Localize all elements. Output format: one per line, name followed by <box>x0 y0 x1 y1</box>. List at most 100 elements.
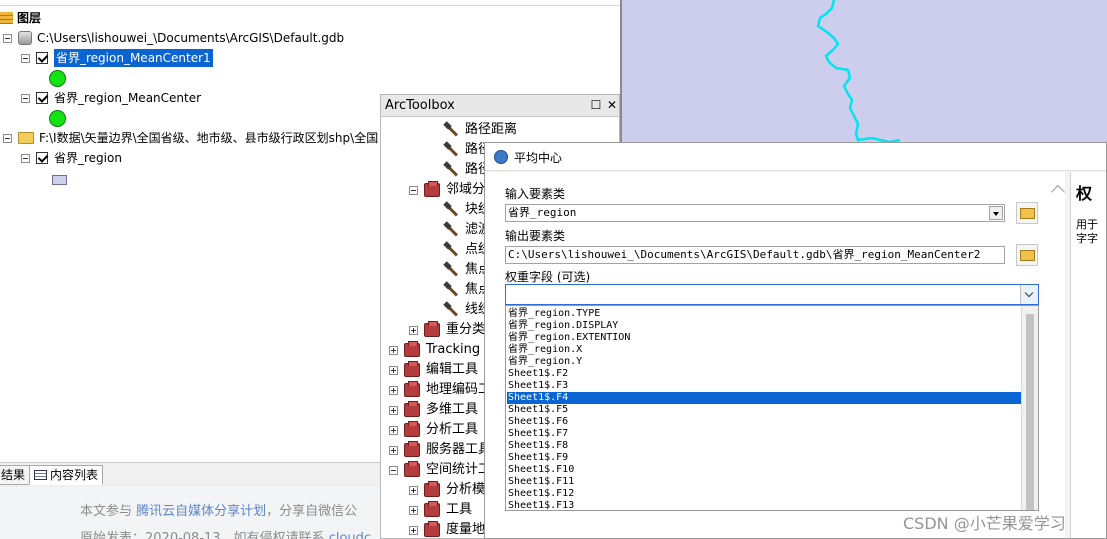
collapse-icon[interactable] <box>21 93 30 103</box>
layer-label[interactable]: 省界_region_MeanCenter <box>54 89 201 107</box>
collapse-icon[interactable] <box>3 33 12 43</box>
tool-label: 重分类 <box>446 322 486 337</box>
expand-icon[interactable] <box>389 385 398 395</box>
collapse-icon[interactable] <box>21 153 30 163</box>
hammer-icon <box>443 162 459 178</box>
layers-icon <box>0 12 13 24</box>
tab-results[interactable]: 结果 <box>0 465 31 485</box>
map-view[interactable] <box>620 0 1107 145</box>
scrollbar-thumb[interactable] <box>1026 314 1034 510</box>
open-folder-icon <box>1020 208 1035 219</box>
point-symbol-icon <box>49 70 66 87</box>
watermark: CSDN @小芒果爱学习 <box>903 514 1066 533</box>
dropdown-option[interactable]: 省界_region.TYPE <box>507 308 1022 320</box>
toolbox-icon <box>404 461 420 477</box>
toolset-item[interactable]: 编辑工具 <box>389 360 478 380</box>
toc-gdb-group[interactable]: C:\Users\lishouwei_\Documents\ArcGIS\Def… <box>3 29 344 47</box>
toolset-item[interactable]: 服务器工具 <box>389 440 491 460</box>
dropdown-option[interactable]: Sheet1$.F12 <box>507 488 1022 500</box>
weight-field-value <box>506 286 508 299</box>
dropdown-option[interactable]: Sheet1$.F6 <box>507 416 1022 428</box>
chevron-down-icon[interactable] <box>1020 285 1038 304</box>
dialog-body: 输入要素类 省界_region 输出要素类 C:\Users\lishouwei… <box>485 172 1065 538</box>
layer-visibility-checkbox[interactable] <box>36 52 48 64</box>
expand-icon[interactable] <box>389 365 398 375</box>
hammer-icon <box>443 222 459 238</box>
toolbox-icon <box>424 521 440 537</box>
expand-icon[interactable] <box>389 425 398 435</box>
toolset-item[interactable]: 多维工具 <box>389 400 478 420</box>
dropdown-option[interactable]: Sheet1$.F11 <box>507 476 1022 488</box>
expand-icon[interactable] <box>409 325 418 335</box>
folder-path-label: F:\I数据\矢量边界\全国省级、地市级、县市级行政区划shp\全国 <box>39 131 379 145</box>
dropdown-option[interactable]: Sheet1$.F2 <box>507 368 1022 380</box>
maximize-icon[interactable]: ☐ <box>589 98 603 112</box>
layer-visibility-checkbox[interactable] <box>36 152 48 164</box>
hammer-icon <box>443 202 459 218</box>
close-icon[interactable]: ✕ <box>605 98 619 112</box>
expand-icon[interactable] <box>389 405 398 415</box>
toc-folder-group[interactable]: F:\I数据\矢量边界\全国省级、地市级、县市级行政区划shp\全国 <box>3 129 379 147</box>
layer-visibility-checkbox[interactable] <box>36 92 48 104</box>
dropdown-option[interactable]: Sheet1$.F4 <box>507 392 1022 404</box>
folder-icon <box>18 132 34 144</box>
tool-item[interactable]: 路径距离 <box>443 120 517 140</box>
dropdown-option[interactable]: 省界_region.EXTENTION <box>507 332 1022 344</box>
toc-bottom-tabs: 结果 内容列表 <box>0 462 380 487</box>
dropdown-scrollbar[interactable] <box>1021 306 1038 510</box>
dropdown-option[interactable]: 省界_region.Y <box>507 356 1022 368</box>
toolbox-icon <box>404 341 420 357</box>
input-feature-label: 输入要素类 <box>505 187 566 201</box>
toolbox-icon <box>424 181 440 197</box>
hammer-icon <box>443 282 459 298</box>
expand-icon[interactable] <box>409 525 418 535</box>
article-link[interactable]: cloudc <box>329 531 371 539</box>
tab-contents[interactable]: 内容列表 <box>29 465 104 485</box>
collapse-icon[interactable] <box>3 133 12 143</box>
expand-icon[interactable] <box>389 345 398 355</box>
output-feature-label: 输出要素类 <box>505 229 566 243</box>
help-panel: 权 用于 字字 <box>1070 172 1106 538</box>
dialog-title-bar: 平均中心 <box>485 143 1106 171</box>
dropdown-option[interactable]: Sheet1$.F10 <box>507 464 1022 476</box>
list-icon <box>34 470 47 480</box>
chevron-down-icon[interactable] <box>989 206 1003 220</box>
toc-layer-meancenter1[interactable]: 省界_region_MeanCenter1 <box>21 49 213 67</box>
collapse-icon[interactable] <box>409 185 418 195</box>
tool-label: 工具 <box>446 502 473 517</box>
hammer-icon <box>443 122 459 138</box>
browse-input-button[interactable] <box>1016 202 1038 224</box>
output-feature-field[interactable]: C:\Users\lishouwei_\Documents\ArcGIS\Def… <box>505 246 1005 264</box>
layer-label[interactable]: 省界_region <box>54 149 122 167</box>
dropdown-option[interactable]: Sheet1$.F7 <box>507 428 1022 440</box>
dropdown-option[interactable]: 省界_region.X <box>507 344 1022 356</box>
dropdown-option[interactable]: Sheet1$.F5 <box>507 404 1022 416</box>
toc-root-layers[interactable]: 图层 <box>0 9 41 27</box>
collapse-icon[interactable] <box>21 53 30 63</box>
expand-icon[interactable] <box>409 485 418 495</box>
toolset-item[interactable]: 工具 <box>409 500 472 520</box>
expand-icon[interactable] <box>389 445 398 455</box>
article-text: 原始发表：2020-08-13，如有侵权请联系 <box>80 531 325 539</box>
toc-layer-meancenter[interactable]: 省界_region_MeanCenter <box>21 89 201 107</box>
toolbox-icon <box>404 361 420 377</box>
toolbox-icon <box>424 481 440 497</box>
help-title: 权 <box>1076 184 1093 203</box>
expand-icon[interactable] <box>409 505 418 515</box>
background-article: 本文参与 腾讯云自媒体分享计划，分享自微信公 原始发表：2020-08-13，如… <box>0 487 380 539</box>
weight-field-select[interactable] <box>505 284 1039 305</box>
article-link[interactable]: 腾讯云自媒体分享计划 <box>136 504 266 519</box>
input-feature-select[interactable]: 省界_region <box>505 204 1005 222</box>
layer-label-selected[interactable]: 省界_region_MeanCenter1 <box>54 49 213 67</box>
weight-field-dropdown-list[interactable]: 省界_region.TYPE 省界_region.DISPLAY 省界_region… <box>505 305 1039 511</box>
hammer-icon <box>443 142 459 158</box>
dropdown-option[interactable]: Sheet1$.F3 <box>507 380 1022 392</box>
toolset-item[interactable]: 分析工具 <box>389 420 478 440</box>
dropdown-option[interactable]: 省界_region.DISPLAY <box>507 320 1022 332</box>
browse-output-button[interactable] <box>1016 244 1038 266</box>
toc-layer-region[interactable]: 省界_region <box>21 149 122 167</box>
dropdown-option[interactable]: Sheet1$.F9 <box>507 452 1022 464</box>
toolset-item[interactable]: 重分类 <box>409 320 485 340</box>
collapse-icon[interactable] <box>389 465 398 475</box>
dropdown-option[interactable]: Sheet1$.F8 <box>507 440 1022 452</box>
